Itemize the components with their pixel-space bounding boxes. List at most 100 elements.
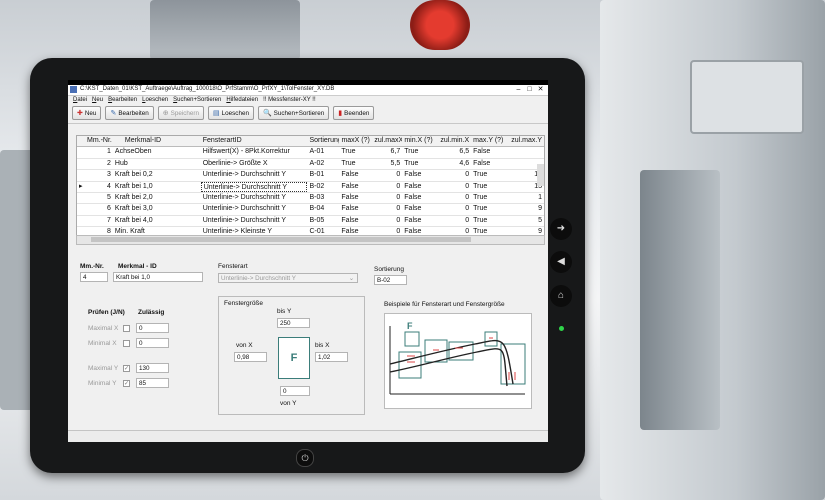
table-cell[interactable]: False [402,204,436,214]
minimaly-checkbox[interactable]: ✓ [123,380,130,387]
table-cell[interactable]: A-02 [307,159,339,169]
table-cell[interactable]: B-01 [307,170,339,180]
table-cell[interactable]: True [339,159,372,169]
menu-neu[interactable]: Neu [92,96,103,105]
col-header[interactable]: max.Y (?) [471,136,504,146]
table-cell[interactable]: 5 [85,193,113,203]
table-cell[interactable]: False [402,193,436,203]
maximaly-field[interactable]: 130 [136,363,169,373]
table-cell[interactable]: False [402,216,436,226]
table-cell[interactable]: True [339,147,372,157]
table-cell[interactable]: False [471,159,504,169]
table-cell[interactable]: 6 [85,204,113,214]
menu-suchen-sortieren[interactable]: Suchen+Sortieren [173,96,221,105]
table-cell[interactable]: B-03 [307,193,339,203]
table-cell[interactable]: Hilfswert(X) - 8Pkt.Korrektur [201,147,308,157]
table-cell[interactable]: 0 [436,170,471,180]
table-row[interactable]: 1 AchseOben Hilfswert(X) - 8Pkt.Korrektur A… [77,147,544,159]
menu-hilfedateien[interactable]: Hilfedateien [226,96,258,105]
table-cell[interactable]: 0 [372,204,402,214]
scrollbar-thumb[interactable] [91,237,471,242]
table-cell[interactable]: 0 [372,216,402,226]
col-header[interactable]: Mm.-Nr. [85,136,113,146]
table-cell[interactable]: 2 [85,159,113,169]
table-row[interactable]: 6 Kraft bei 3,0 Unterlinie-> Durchschnitt … [77,204,544,216]
table-cell[interactable]: Unterlinie-> Durchschnitt Y [201,170,308,180]
table-cell[interactable]: 1 [504,193,544,203]
table-cell[interactable]: B-02 [307,182,339,192]
table-cell[interactable]: 7 [85,216,113,226]
table-row[interactable]: ▸ 4 Kraft bei 1,0 Unterlinie-> Durchschnitt… [77,181,544,193]
minimaly-field[interactable]: 85 [136,378,169,388]
maximaly-checkbox[interactable]: ✓ [123,365,130,372]
table-cell[interactable] [504,147,544,157]
vonx-field[interactable]: 0,98 [234,352,267,362]
maximalx-field[interactable]: 0 [136,323,169,333]
loeschen-button[interactable]: ▤ Loeschen [208,106,254,120]
table-cell[interactable]: 0 [436,216,471,226]
col-header[interactable]: zul.min.X [436,136,471,146]
table-cell[interactable]: 0 [436,193,471,203]
fensterart-select[interactable]: Unterlinie-> Durchschnitt Y ⌄ [218,273,358,283]
table-cell[interactable]: Kraft bei 4,0 [113,216,201,226]
table-cell[interactable]: 4,6 [436,159,471,169]
table-cell[interactable]: True [471,193,504,203]
table-cell[interactable]: Unterlinie-> Durchschnitt Y [201,193,308,203]
table-cell[interactable]: 0 [372,193,402,203]
minimalx-checkbox[interactable] [123,340,130,347]
minimalx-field[interactable]: 0 [136,338,169,348]
table-cell[interactable]: True [402,159,436,169]
maximize-icon[interactable]: □ [524,85,535,94]
power-button-icon[interactable]: ⏻ [296,449,314,467]
menu-messfenster[interactable]: !! Messfenster-XY !! [263,96,316,105]
menu-bearbeiten[interactable]: Bearbeiten [108,96,137,105]
table-cell[interactable]: 0 [372,170,402,180]
sortierung-field[interactable]: B-02 [374,275,407,285]
table-cell[interactable]: Kraft bei 0,2 [113,170,201,180]
table-cell[interactable]: False [339,204,372,214]
col-header[interactable]: min.X (?) [402,136,436,146]
merkmal-field[interactable]: Kraft bei 1,0 [113,272,203,282]
table-cell[interactable]: 6,5 [436,147,471,157]
table-row[interactable]: 7 Kraft bei 4,0 Unterlinie-> Durchschnitt … [77,216,544,228]
table-cell[interactable]: 5,5 [372,159,402,169]
bisy-field[interactable]: 250 [277,318,310,328]
col-header[interactable]: maxX (?) [339,136,372,146]
col-header[interactable]: Merkmal-ID [113,136,201,146]
table-cell[interactable]: Unterlinie-> Durchschnitt Y [200,181,308,192]
table-row[interactable]: 5 Kraft bei 2,0 Unterlinie-> Durchschnitt … [77,193,544,205]
table-cell[interactable]: B-05 [307,216,339,226]
table-cell[interactable]: 9 [504,204,544,214]
table-cell[interactable]: B-04 [307,204,339,214]
table-cell[interactable]: 0 [436,204,471,214]
table-row[interactable]: 3 Kraft bei 0,2 Unterlinie-> Durchschnitt … [77,170,544,182]
table-cell[interactable]: AchseOben [113,147,201,157]
menu-loeschen[interactable]: Loeschen [142,96,168,105]
back-arrow-icon[interactable]: ◀ [550,251,572,273]
forward-arrow-icon[interactable]: ➜ [550,218,572,240]
table-cell[interactable]: 5 [504,216,544,226]
menu-datei[interactable]: Datei [73,96,87,105]
col-header[interactable]: FensterartID [201,136,308,146]
table-cell[interactable]: False [339,182,372,192]
table-cell[interactable]: 6,7 [372,147,402,157]
home-icon[interactable]: ⌂ [550,285,572,307]
table-cell[interactable]: Oberlinie-> Größte X [201,159,308,169]
table-cell[interactable]: True [471,170,504,180]
mmnr-field[interactable]: 4 [80,272,108,282]
table-cell[interactable]: False [339,216,372,226]
table-horizontal-scrollbar[interactable] [76,235,545,245]
close-icon[interactable]: ✕ [535,85,546,94]
table-vertical-scrollbar[interactable] [537,164,544,186]
table-cell[interactable]: Kraft bei 2,0 [113,193,201,203]
table-cell[interactable]: 0 [436,182,471,192]
suchen-sortieren-button[interactable]: 🔍 Suchen+Sortieren [257,106,330,120]
col-header[interactable]: zul.max.Y [504,136,544,146]
table-cell[interactable]: Unterlinie-> Durchschnitt Y [201,204,308,214]
table-cell[interactable]: Hub [113,159,201,169]
table-cell[interactable]: False [471,147,504,157]
bearbeiten-button[interactable]: ✎ Bearbeiten [105,106,154,120]
neu-button[interactable]: ✚ Neu [72,106,102,120]
table-cell[interactable]: 4 [85,182,113,192]
table-cell[interactable]: True [402,147,436,157]
